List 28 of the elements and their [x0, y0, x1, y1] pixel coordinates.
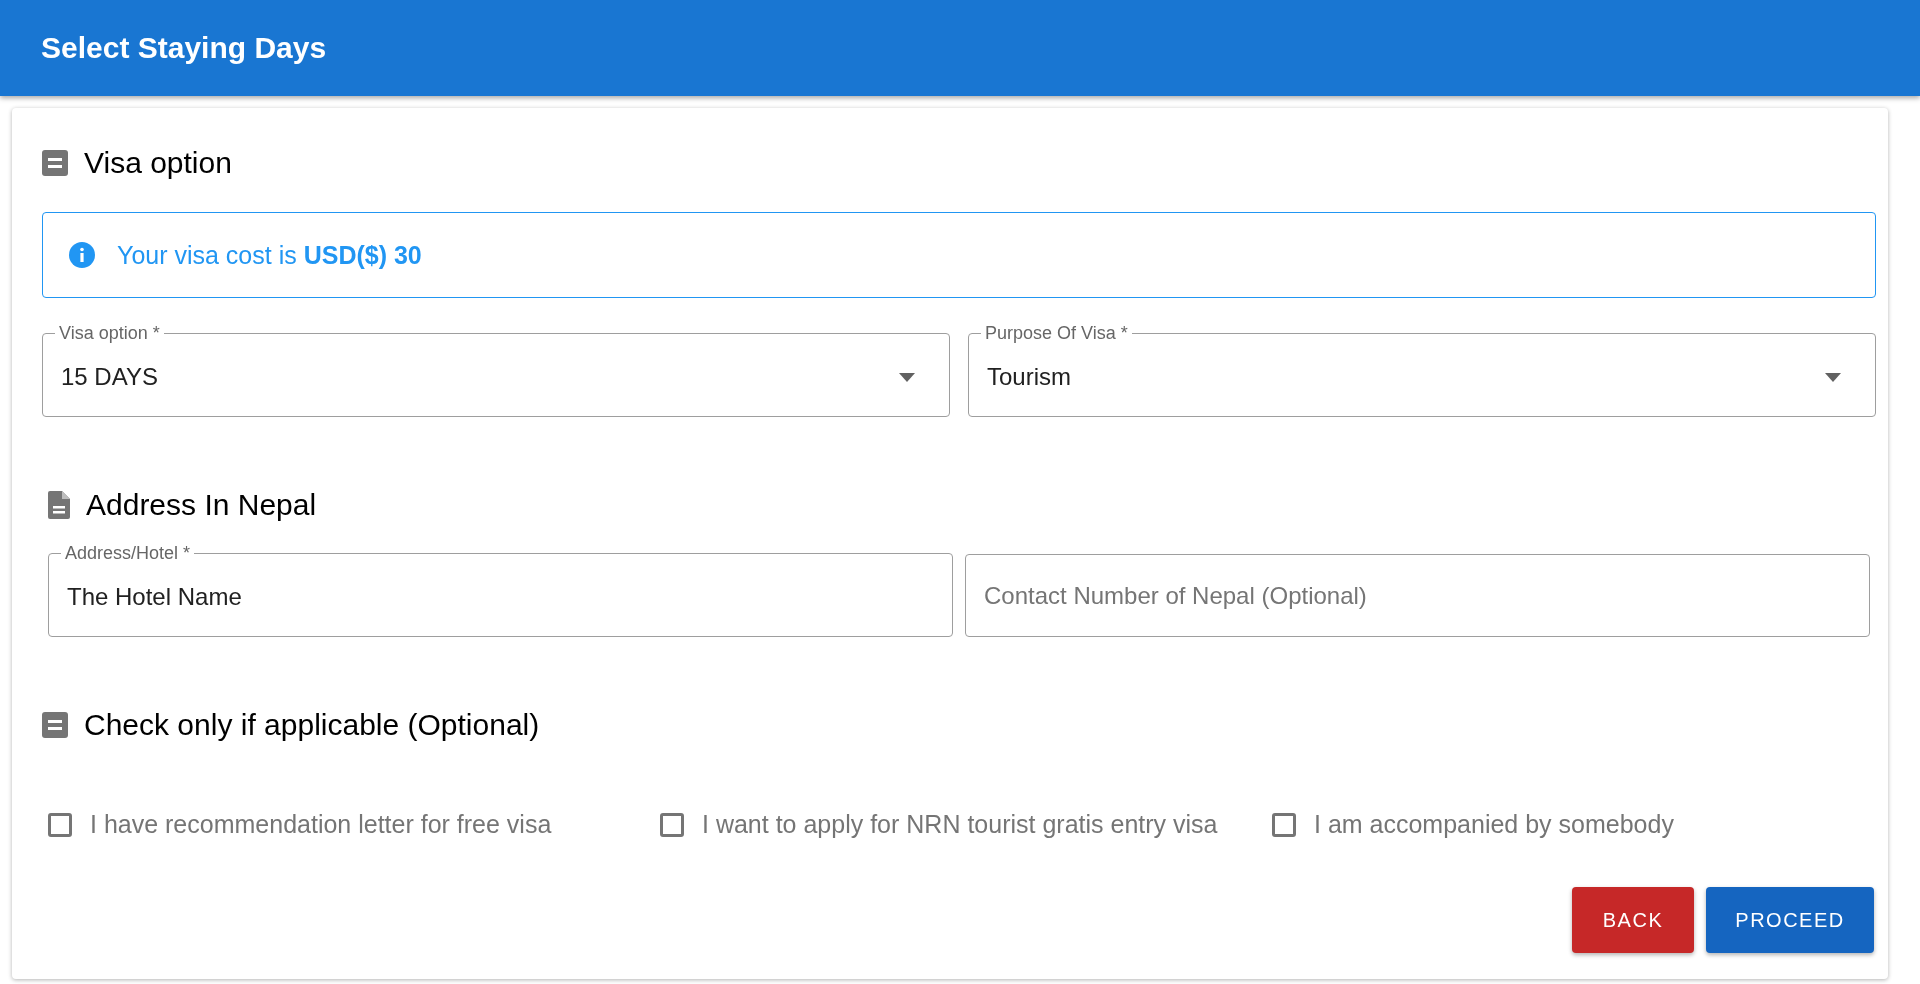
- checkbox-option[interactable]: I am accompanied by somebody: [1272, 810, 1884, 839]
- section-title: Check only if applicable (Optional): [84, 708, 540, 742]
- back-button[interactable]: BACK: [1572, 887, 1694, 953]
- document-icon: [48, 491, 70, 519]
- input-field[interactable]: Contact Number of Nepal (Optional): [984, 571, 1851, 620]
- visa-cost-text: Your visa cost is USD($) 30: [117, 240, 422, 270]
- checkbox-option[interactable]: I have recommendation letter for free visa: [48, 810, 660, 839]
- checkbox[interactable]: [48, 812, 72, 837]
- checkbox[interactable]: [660, 812, 684, 837]
- caret-icon: [1825, 372, 1841, 382]
- select-field[interactable]: Purpose Of Visa * Tourism: [968, 323, 1876, 417]
- proceed-button[interactable]: PROCEED: [1706, 887, 1874, 953]
- info-icon: [69, 242, 95, 268]
- list-box-icon: [42, 712, 68, 738]
- field-label: Visa option *: [58, 323, 161, 344]
- field-label: Purpose Of Visa *: [984, 323, 1129, 344]
- section-title: Visa option: [84, 146, 232, 180]
- select-field[interactable]: Visa option * 15 DAYS: [42, 323, 950, 417]
- caret-icon: [899, 372, 915, 382]
- page-title: Select Staying Days: [41, 31, 327, 65]
- text-field[interactable]: Address/Hotel * The Hotel Name: [48, 543, 953, 637]
- checkbox[interactable]: [1272, 812, 1296, 837]
- section-title: Address In Nepal: [86, 488, 317, 522]
- input-field[interactable]: The Hotel Name: [67, 573, 934, 621]
- list-box-icon: [42, 150, 68, 176]
- text-field[interactable]: Contact Number of Nepal (Optional): [965, 554, 1870, 637]
- checkbox-option[interactable]: I want to apply for NRN tourist gratis entry visa: [660, 810, 1272, 839]
- field-label: Address/Hotel *: [64, 543, 192, 564]
